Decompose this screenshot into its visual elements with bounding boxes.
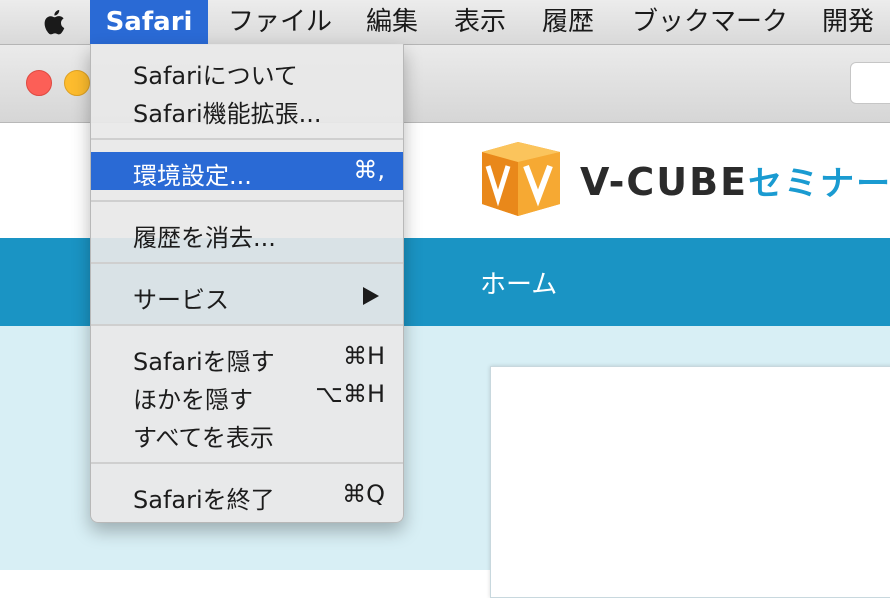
menu-item-label: Safariを終了 xyxy=(133,486,275,514)
menu-bookmarks[interactable]: ブックマーク xyxy=(632,0,788,44)
menu-item-shortcut: ⌥⌘H xyxy=(315,380,385,408)
menu-item-label: ほかを隠す xyxy=(133,386,253,414)
menu-bar: Safari ファイル 編集 表示 履歴 ブックマーク 開発 xyxy=(0,0,890,45)
menu-item-hide-safari[interactable]: Safariを隠す ⌘H xyxy=(91,338,403,376)
apple-logo-icon[interactable] xyxy=(40,6,70,38)
menu-develop[interactable]: 開発 xyxy=(822,0,874,44)
menu-separator xyxy=(91,138,403,140)
menu-item-show-all[interactable]: すべてを表示 xyxy=(91,414,403,452)
menu-item-preferences[interactable]: 環境設定... ⌘, xyxy=(91,152,403,190)
menu-item-services[interactable]: サービス xyxy=(91,276,403,314)
vcube-logo-icon[interactable] xyxy=(478,138,564,218)
site-logo-text[interactable]: V-CUBEセミナー xyxy=(580,156,890,205)
menu-item-hide-others[interactable]: ほかを隠す ⌥⌘H xyxy=(91,376,403,414)
menu-item-label: サービス xyxy=(133,286,229,314)
menu-item-label: Safari機能拡張... xyxy=(133,100,322,128)
nav-home-link[interactable]: ホーム xyxy=(480,264,557,301)
menu-item-label: Safariを隠す xyxy=(133,348,275,376)
menu-item-clear-history[interactable]: 履歴を消去... xyxy=(91,214,403,252)
menu-view[interactable]: 表示 xyxy=(454,0,506,44)
menu-item-safari-extensions[interactable]: Safari機能拡張... xyxy=(91,90,403,128)
menu-file[interactable]: ファイル xyxy=(228,0,332,44)
menu-separator xyxy=(91,324,403,326)
content-panel xyxy=(490,366,890,598)
menu-item-shortcut: ⌘H xyxy=(342,342,385,370)
menu-separator xyxy=(91,262,403,264)
address-field[interactable] xyxy=(850,62,890,104)
minimize-window-button[interactable] xyxy=(64,70,90,96)
safari-menu-dropdown: Safariについて Safari機能拡張... 環境設定... ⌘, 履歴を消… xyxy=(90,44,404,523)
logo-name: V-CUBE xyxy=(580,160,749,204)
menu-item-label: 環境設定... xyxy=(133,162,252,190)
menu-item-quit-safari[interactable]: Safariを終了 ⌘Q xyxy=(91,476,403,514)
menu-separator xyxy=(91,462,403,464)
menu-edit[interactable]: 編集 xyxy=(366,0,418,44)
logo-accent: セミナー xyxy=(748,164,890,204)
menu-item-label: Safariについて xyxy=(133,62,298,90)
menu-item-shortcut: ⌘, xyxy=(353,156,385,184)
menu-item-label: 履歴を消去... xyxy=(133,224,276,252)
menu-item-shortcut: ⌘Q xyxy=(342,480,385,508)
menu-safari[interactable]: Safari xyxy=(90,0,208,44)
menu-separator xyxy=(91,200,403,202)
close-window-button[interactable] xyxy=(26,70,52,96)
menu-history[interactable]: 履歴 xyxy=(542,0,594,44)
menu-item-about-safari[interactable]: Safariについて xyxy=(91,52,403,90)
submenu-arrow-icon xyxy=(363,287,379,305)
menu-item-label: すべてを表示 xyxy=(133,424,274,452)
